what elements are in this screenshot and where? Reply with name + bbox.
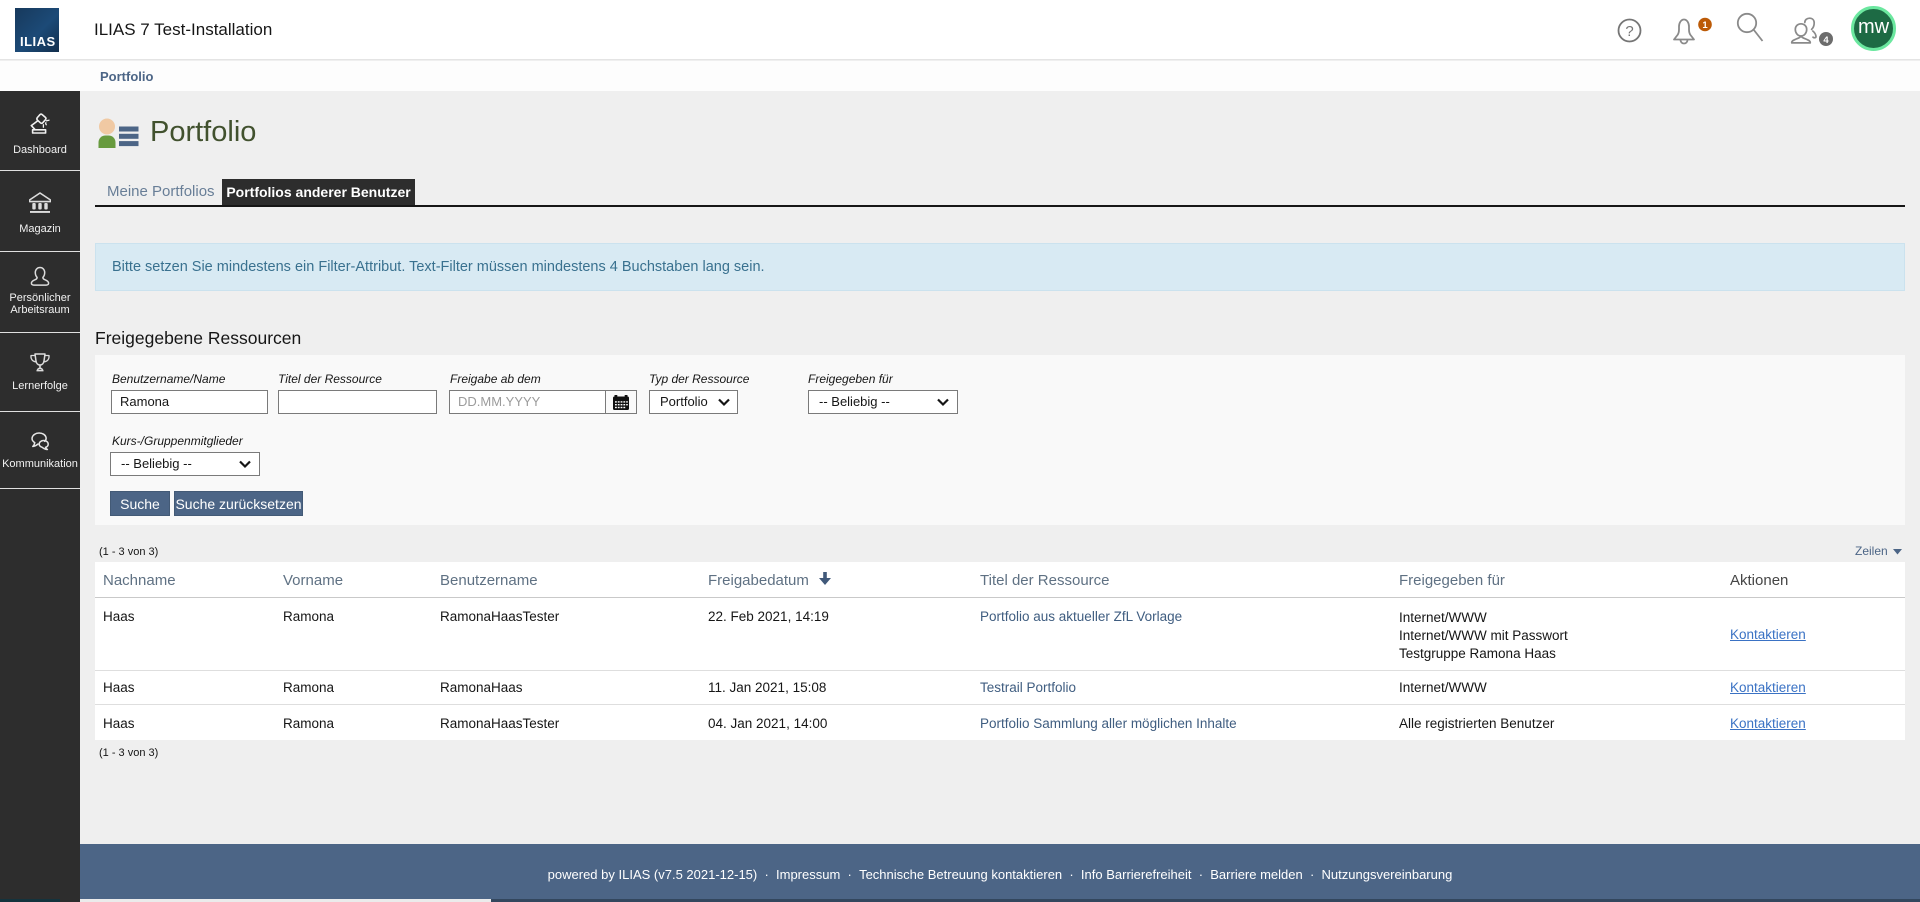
svg-text:?: ? bbox=[1625, 23, 1633, 40]
svg-text:4: 4 bbox=[1823, 35, 1829, 46]
svg-text:1: 1 bbox=[1702, 20, 1708, 31]
